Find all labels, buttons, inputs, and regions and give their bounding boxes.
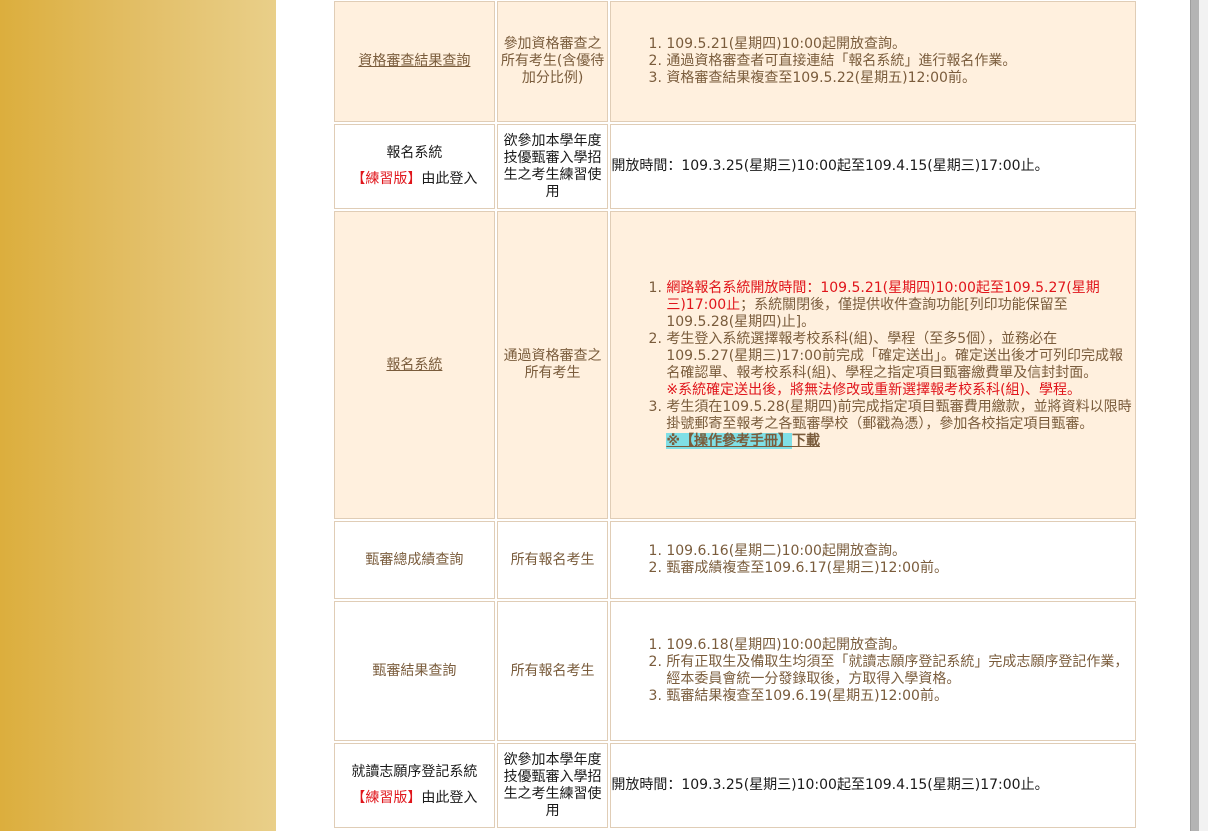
table-row: 報名系統 通過資格審查之所有考生 網路報名系統開放時間：109.5.21(星期四… (334, 211, 1136, 519)
practice-login-link[interactable]: 【練習版】由此登入 (335, 171, 494, 188)
preference-system-title: 就讀志願序登記系統 (351, 764, 478, 780)
description-list: 109.6.18(星期四)10:00起開放查詢。 所有正取生及備取生均須至「就讀… (611, 637, 1135, 705)
target-cell: 所有報名考生 (496, 601, 609, 741)
open-time-text: 109.3.25(星期三)10:00起至109.4.15(星期三)17:00止。 (681, 777, 1049, 793)
open-time-text: 109.3.25(星期三)10:00起至109.4.15(星期三)17:00止。 (681, 158, 1049, 174)
item-cell: 報名系統 (334, 211, 495, 519)
list-item-text: 考生須在109.5.28(星期四)前完成指定項目甄審費用繳款，並將資料以限時掛號… (666, 399, 1132, 432)
list-item: 甄審結果複查至109.6.19(星期五)12:00前。 (666, 688, 1135, 705)
item-cell: 就讀志願序登記系統 【練習版】由此登入 (334, 743, 495, 828)
list-item: 通過資格審查者可直接連結「報名系統」進行報名作業。 (666, 53, 1135, 70)
description-cell: 109.5.21(星期四)10:00起開放查詢。 通過資格審查者可直接連結「報名… (610, 1, 1136, 122)
list-item: 考生須在109.5.28(星期四)前完成指定項目甄審費用繳款，並將資料以限時掛號… (666, 399, 1135, 450)
item-cell: 資格審查結果查詢 (334, 1, 495, 122)
warning-note: ※系統確定送出後，將無法修改或重新選擇報考校系科(組)、學程。 (666, 382, 1081, 398)
list-item: 109.6.18(星期四)10:00起開放查詢。 (666, 637, 1135, 654)
manual-download-link[interactable]: ※【操作參考手冊】下載 (666, 433, 820, 449)
schedule-table: 資格審查結果查詢 參加資格審查之所有考生(含優待加分比例) 109.5.21(星… (332, 0, 1138, 830)
scrollbar-thumb[interactable] (1190, 0, 1199, 831)
practice-tag: 【練習版】 (351, 790, 422, 806)
qualification-result-link[interactable]: 資格審查結果查詢 (358, 53, 470, 69)
description-cell: 開放時間：109.3.25(星期三)10:00起至109.4.15(星期三)17… (610, 124, 1136, 209)
list-item: 甄審成績複查至109.6.17(星期三)12:00前。 (666, 560, 1135, 577)
target-cell: 欲參加本學年度技優甄審入學招生之考生練習使用 (496, 743, 609, 828)
list-item: 109.6.16(星期二)10:00起開放查詢。 (666, 543, 1135, 560)
list-item: 資格審查結果複查至109.5.22(星期五)12:00前。 (666, 70, 1135, 87)
download-text: 下載 (791, 433, 820, 449)
list-item: 109.5.21(星期四)10:00起開放查詢。 (666, 36, 1135, 53)
description-list: 109.5.21(星期四)10:00起開放查詢。 通過資格審查者可直接連結「報名… (611, 36, 1135, 87)
description-list: 網路報名系統開放時間：109.5.21(星期四)10:00起至109.5.27(… (611, 280, 1135, 450)
table-row: 甄審結果查詢 所有報名考生 109.6.18(星期四)10:00起開放查詢。 所… (334, 601, 1136, 741)
description-cell: 109.6.18(星期四)10:00起開放查詢。 所有正取生及備取生均須至「就讀… (610, 601, 1136, 741)
target-cell: 所有報名考生 (496, 521, 609, 599)
description-cell: 開放時間：109.3.25(星期三)10:00起至109.4.15(星期三)17… (610, 743, 1136, 828)
item-cell: 甄審總成績查詢 (334, 521, 495, 599)
list-item: 考生登入系統選擇報考校系科(組)、學程（至多5個），並務必在109.5.27(星… (666, 331, 1135, 399)
table-row: 報名系統 【練習版】由此登入 欲參加本學年度技優甄審入學招生之考生練習使用 開放… (334, 124, 1136, 209)
login-text: 由此登入 (421, 171, 478, 187)
item-cell: 甄審結果查詢 (334, 601, 495, 741)
list-item: 網路報名系統開放時間：109.5.21(星期四)10:00起至109.5.27(… (666, 280, 1135, 331)
description-cell: 109.6.16(星期二)10:00起開放查詢。 甄審成績複查至109.6.17… (610, 521, 1136, 599)
registration-system-link[interactable]: 報名系統 (386, 357, 442, 373)
target-cell: 欲參加本學年度技優甄審入學招生之考生練習使用 (496, 124, 609, 209)
left-decorative-band (0, 0, 276, 831)
item-cell: 報名系統 【練習版】由此登入 (334, 124, 495, 209)
target-cell: 通過資格審查之所有考生 (496, 211, 609, 519)
target-cell: 參加資格審查之所有考生(含優待加分比例) (496, 1, 609, 122)
scrollbar-track[interactable] (1199, 0, 1208, 831)
open-time-label: 開放時間： (611, 777, 682, 793)
practice-login-link[interactable]: 【練習版】由此登入 (335, 790, 494, 807)
open-time-label: 開放時間： (611, 158, 682, 174)
list-item: 所有正取生及備取生均須至「就讀志願序登記系統」完成志願序登記作業，經本委員會統一… (666, 654, 1135, 688)
list-item-text: 考生登入系統選擇報考校系科(組)、學程（至多5個），並務必在109.5.27(星… (666, 331, 1123, 381)
manual-highlight: ※【操作參考手冊】 (666, 433, 792, 449)
description-list: 109.6.16(星期二)10:00起開放查詢。 甄審成績複查至109.6.17… (611, 543, 1135, 577)
registration-system-title: 報名系統 (386, 145, 443, 161)
table-row: 甄審總成績查詢 所有報名考生 109.6.16(星期二)10:00起開放查詢。 … (334, 521, 1136, 599)
table-row: 就讀志願序登記系統 【練習版】由此登入 欲參加本學年度技優甄審入學招生之考生練習… (334, 743, 1136, 828)
description-cell: 網路報名系統開放時間：109.5.21(星期四)10:00起至109.5.27(… (610, 211, 1136, 519)
practice-tag: 【練習版】 (351, 171, 422, 187)
table-row: 資格審查結果查詢 參加資格審查之所有考生(含優待加分比例) 109.5.21(星… (334, 1, 1136, 122)
login-text: 由此登入 (421, 790, 478, 806)
